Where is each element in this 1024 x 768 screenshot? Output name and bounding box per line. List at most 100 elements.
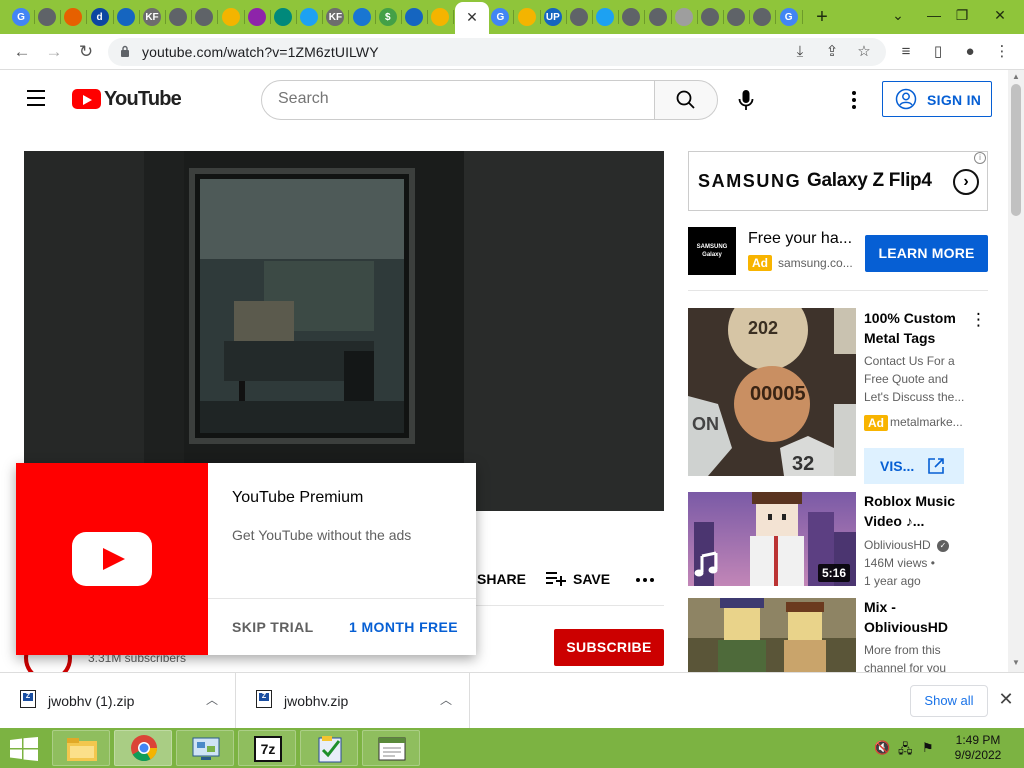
- d-icon[interactable]: d: [90, 8, 109, 26]
- globe-icon[interactable]: [38, 8, 57, 26]
- restore-icon[interactable]: ❐: [950, 4, 974, 26]
- share-page-icon[interactable]: ⇪: [822, 42, 842, 62]
- control-panel-taskbar-button[interactable]: [176, 730, 234, 766]
- firefox-icon[interactable]: [64, 8, 83, 26]
- youtube-logo[interactable]: YouTube: [72, 88, 182, 110]
- skip-trial-button[interactable]: SKIP TRIAL: [232, 619, 314, 635]
- rec-title[interactable]: 100% Custom Metal Tags: [864, 308, 972, 348]
- file-explorer-taskbar-button[interactable]: [52, 730, 110, 766]
- action-center-icon[interactable]: ⚑: [922, 740, 934, 756]
- guide-menu-icon[interactable]: [27, 90, 47, 106]
- chevron-icon[interactable]: [247, 8, 266, 26]
- video-more-actions-icon[interactable]: [634, 566, 656, 590]
- svg-text:202: 202: [748, 318, 778, 338]
- kf-icon[interactable]: KF: [143, 8, 161, 26]
- note-icon[interactable]: [517, 8, 536, 26]
- back-arrow-icon[interactable]: ←: [10, 40, 34, 64]
- globe-icon[interactable]: [727, 8, 746, 26]
- rec-thumbnail-metal-tags[interactable]: 202 00005 ON 32: [688, 308, 856, 476]
- bookmark-icon[interactable]: [221, 8, 240, 26]
- dollar-icon[interactable]: $: [378, 8, 397, 26]
- address-bar[interactable]: youtube.com/watch?v=1ZM6ztUILWY ⤓ ⇪ ☆: [108, 38, 886, 66]
- volume-muted-icon[interactable]: 🔇: [874, 740, 890, 756]
- windows-start-icon[interactable]: [10, 737, 38, 761]
- twitter-icon[interactable]: [300, 8, 319, 26]
- network-icon[interactable]: 🖧: [898, 740, 913, 762]
- home-icon[interactable]: [405, 8, 423, 26]
- globe-icon[interactable]: [674, 8, 693, 26]
- download-item[interactable]: Z jwobhv.zip ︿: [236, 673, 470, 729]
- bookmark-star-icon[interactable]: ☆: [854, 42, 874, 62]
- globe-icon[interactable]: [169, 8, 188, 26]
- install-app-icon[interactable]: ⤓: [790, 42, 810, 62]
- reload-icon[interactable]: ↻: [74, 40, 98, 64]
- globe-icon[interactable]: [648, 8, 667, 26]
- one-month-free-button[interactable]: 1 MONTH FREE: [349, 619, 458, 635]
- rec-thumbnail-mix[interactable]: [688, 598, 856, 672]
- ad-info-icon[interactable]: i: [974, 152, 986, 164]
- home-icon[interactable]: [116, 8, 135, 26]
- chevron-up-icon[interactable]: ︿: [438, 691, 454, 707]
- learn-more-button[interactable]: LEARN MORE: [865, 235, 988, 272]
- google-icon[interactable]: G: [491, 8, 510, 26]
- show-all-downloads-button[interactable]: Show all: [910, 685, 988, 717]
- twitter-icon[interactable]: [596, 8, 615, 26]
- chrome-taskbar-button[interactable]: [114, 730, 172, 766]
- globe-icon[interactable]: [622, 8, 641, 26]
- chevron-right-icon[interactable]: ›: [953, 169, 979, 195]
- search-box[interactable]: [261, 80, 655, 120]
- visit-site-button[interactable]: VIS...: [864, 448, 964, 484]
- side-panel-icon[interactable]: ▯: [928, 42, 948, 62]
- rec-channel-name[interactable]: ObliviousHD: [864, 538, 931, 552]
- ad-title[interactable]: Free your ha...: [748, 230, 852, 248]
- zip-file-icon: Z: [20, 690, 36, 708]
- rec-more-icon[interactable]: ⋮: [970, 310, 987, 330]
- google-icon[interactable]: G: [779, 8, 798, 26]
- reading-list-icon[interactable]: ≡: [896, 42, 916, 62]
- voice-search-button[interactable]: [732, 86, 760, 114]
- window-close-icon[interactable]: ✕: [988, 4, 1012, 26]
- rec-title[interactable]: Roblox Music Video ♪...: [864, 491, 972, 531]
- seven-zip-taskbar-button[interactable]: 7z: [238, 730, 296, 766]
- profile-icon[interactable]: ●: [960, 42, 980, 62]
- notepad-taskbar-button[interactable]: [362, 730, 420, 766]
- note-icon[interactable]: [431, 8, 450, 26]
- search-button[interactable]: [654, 80, 718, 120]
- system-clock[interactable]: 1:49 PM 9/9/2022: [948, 733, 1008, 763]
- tab-close-icon[interactable]: ✕: [463, 8, 481, 26]
- globe-icon[interactable]: [570, 8, 588, 26]
- kf-icon[interactable]: KF: [326, 8, 345, 26]
- new-tab-button[interactable]: +: [812, 7, 832, 27]
- forward-arrow-icon[interactable]: →: [42, 40, 66, 64]
- sign-in-button[interactable]: SIGN IN: [882, 81, 992, 117]
- globe-icon[interactable]: [195, 8, 214, 26]
- control-panel-icon: [192, 737, 220, 760]
- subscribe-button[interactable]: SUBSCRIBE: [554, 629, 664, 666]
- scroll-up-icon[interactable]: ▲: [1011, 72, 1021, 82]
- ad-banner[interactable]: SAMSUNG Galaxy Z Flip4 ›: [688, 151, 988, 211]
- scroll-thumb[interactable]: [1011, 84, 1021, 216]
- chevron-up-icon[interactable]: ︿: [204, 691, 220, 707]
- scroll-down-icon[interactable]: ▼: [1011, 658, 1021, 668]
- video-player[interactable]: [24, 151, 664, 511]
- tab-separator: [670, 10, 672, 24]
- download-item[interactable]: Z jwobhv (1).zip ︿: [0, 673, 236, 729]
- search-input[interactable]: [278, 90, 638, 108]
- up-icon[interactable]: UP: [543, 8, 562, 26]
- tab-search-chevron-icon[interactable]: ⌄: [886, 4, 910, 26]
- save-button[interactable]: SAVE: [544, 566, 624, 590]
- feather-icon[interactable]: [274, 8, 292, 26]
- rec-title[interactable]: Mix - ObliviousHD: [864, 597, 972, 637]
- page-scrollbar[interactable]: ▲ ▼: [1008, 70, 1024, 672]
- settings-more-icon[interactable]: [844, 86, 864, 114]
- ad-banner-brand: SAMSUNG: [698, 171, 802, 191]
- arrow-icon[interactable]: [352, 8, 371, 26]
- browser-menu-icon[interactable]: ⋮: [992, 42, 1012, 62]
- globe-icon[interactable]: [753, 8, 772, 26]
- ad-advertiser-logo[interactable]: SAMSUNG Galaxy: [688, 227, 736, 275]
- close-downloads-icon[interactable]: ✕: [996, 689, 1016, 709]
- globe-icon[interactable]: [701, 8, 719, 26]
- google-icon[interactable]: G: [12, 8, 30, 26]
- checklist-taskbar-button[interactable]: [300, 730, 358, 766]
- minimize-icon[interactable]: —: [922, 4, 946, 26]
